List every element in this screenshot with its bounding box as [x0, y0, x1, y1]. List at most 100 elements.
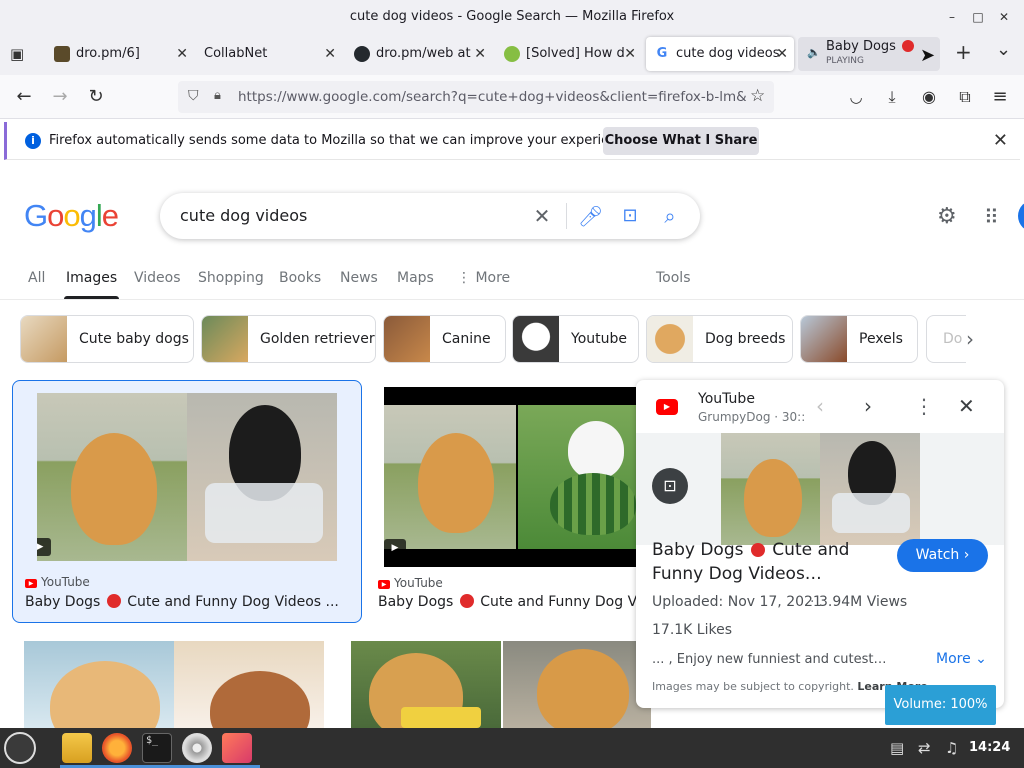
chip-golden-retriever[interactable]: Golden retriever	[201, 315, 376, 363]
clipboard-icon[interactable]: ▤	[890, 728, 904, 768]
tab-all[interactable]: All	[28, 260, 45, 296]
tab-baby-dogs[interactable]: 🔈 Baby Dogs PLAYING	[798, 37, 940, 71]
watch-button[interactable]: Watch ›	[897, 539, 988, 572]
google-favicon-icon: G	[654, 46, 670, 62]
chip-dog-breeds[interactable]: Dog breeds	[646, 315, 793, 363]
tab-dro-pm-6[interactable]: dro.pm/6] ✕	[46, 37, 194, 71]
tab-more[interactable]: ⋮ More	[457, 260, 510, 296]
minimize-button[interactable]: –	[943, 8, 961, 26]
close-panel-icon[interactable]: ✕	[958, 394, 975, 418]
tab-books[interactable]: Books	[279, 260, 321, 296]
panel-video-title[interactable]: Baby Dogs Cute and Funny Dog Videos…	[652, 538, 882, 586]
firefox-view-icon[interactable]: ▣	[10, 45, 24, 63]
view-count: 3.94M Views	[819, 594, 908, 610]
result-thumbnail[interactable]: ▶	[37, 393, 337, 561]
tab-collabnet[interactable]: CollabNet ✕	[196, 37, 342, 71]
pocket-icon[interactable]: ◡	[844, 85, 868, 109]
panel-source[interactable]: YouTube	[698, 391, 755, 407]
tab-close-icon[interactable]: ✕	[176, 37, 188, 71]
result-title[interactable]: Baby Dogs Cute and Funny Dog Videos ...	[25, 594, 345, 610]
tools-button[interactable]: Tools	[656, 260, 691, 296]
new-tab-button[interactable]: +	[955, 40, 972, 64]
result-title-text: Baby Dogs	[25, 594, 101, 610]
more-details-button[interactable]: More ⌄	[936, 651, 987, 667]
previous-result-icon[interactable]: ‹	[816, 394, 824, 418]
camera-lens-icon[interactable]: ⊡	[618, 204, 642, 228]
image-result-4[interactable]	[351, 641, 651, 728]
image-result-1[interactable]: ▶ YouTube Baby Dogs Cute and Funny Dog V…	[12, 380, 362, 623]
clear-search-icon[interactable]: ✕	[530, 204, 554, 228]
search-icon[interactable]: ⌕	[658, 204, 682, 228]
plastic-bottle-shape	[205, 483, 323, 543]
tab-cute-dog-videos[interactable]: G cute dog videos ✕	[646, 37, 794, 71]
disc-icon[interactable]	[182, 733, 212, 763]
tab-images[interactable]: Images	[63, 260, 120, 299]
image-viewer-icon[interactable]	[222, 733, 252, 763]
next-result-icon[interactable]: ›	[864, 394, 872, 418]
image-result-3[interactable]	[24, 641, 324, 728]
tab-shopping[interactable]: Shopping	[198, 260, 264, 296]
downloads-icon[interactable]: ⤓	[880, 85, 904, 109]
menu-button[interactable]: ≡	[988, 85, 1012, 109]
network-icon[interactable]: ⇄	[918, 728, 931, 768]
google-lens-icon[interactable]: ⊡	[652, 468, 688, 504]
notification-close-icon[interactable]: ✕	[993, 130, 1008, 151]
apps-grid-icon[interactable]: ⠿	[984, 205, 999, 229]
more-options-icon[interactable]: ⋮	[914, 394, 934, 418]
files-icon[interactable]	[62, 733, 92, 763]
notification-message: Firefox automatically sends some data to…	[49, 133, 637, 148]
chip-partial[interactable]: Do	[926, 315, 966, 363]
extensions-icon[interactable]: ⧉	[953, 85, 977, 109]
avatar[interactable]	[1018, 200, 1024, 232]
image-result-2[interactable]: ▶ YouTube Baby Dogs Cute and Funny Dog V…	[366, 380, 636, 623]
bookmark-star-icon[interactable]: ☆	[750, 86, 765, 106]
lock-icon[interactable]: 🔒︎	[214, 88, 221, 103]
url-bar[interactable]: ⛉ 🔒︎ https://www.google.com/search?q=cut…	[178, 81, 774, 113]
chip-canine[interactable]: Canine	[383, 315, 506, 363]
reload-button[interactable]: ↻	[84, 85, 108, 109]
account-icon[interactable]: ◉	[917, 85, 941, 109]
tab-solved[interactable]: [Solved] How d ✕	[496, 37, 642, 71]
tab-close-icon[interactable]: ✕	[624, 37, 636, 71]
list-all-tabs-button[interactable]: ⌄	[996, 39, 1011, 60]
play-icon: ▶	[37, 538, 51, 556]
tab-close-icon[interactable]: ✕	[324, 37, 336, 71]
tab-close-icon[interactable]: ✕	[776, 37, 788, 71]
search-box[interactable]: cute dog videos ✕ 🎤︎ ⊡ ⌕	[160, 193, 700, 239]
gear-icon[interactable]: ⚙	[937, 204, 957, 229]
result-source[interactable]: YouTube	[25, 575, 90, 589]
chip-youtube[interactable]: Youtube	[512, 315, 639, 363]
tab-dro-pm-web[interactable]: dro.pm/web at ✕	[346, 37, 492, 71]
close-window-button[interactable]: ✕	[995, 8, 1013, 26]
menu-start-icon[interactable]	[4, 732, 36, 764]
choose-what-i-share-button[interactable]: Choose What I Share	[603, 127, 759, 155]
result-source[interactable]: YouTube	[378, 576, 443, 590]
search-input[interactable]: cute dog videos	[180, 193, 307, 239]
chip-pexels[interactable]: Pexels	[800, 315, 918, 363]
terminal-icon[interactable]: $_	[142, 733, 172, 763]
panel-image-preview[interactable]	[636, 433, 1004, 545]
url-text[interactable]: https://www.google.com/search?q=cute+dog…	[238, 81, 746, 113]
chip-label: Canine	[442, 331, 491, 347]
taskbar: $_ ▤ ⇄ ♫ 14:24	[0, 728, 1024, 768]
tab-close-icon[interactable]: ✕	[474, 37, 486, 71]
shield-icon[interactable]: ⛉	[188, 88, 199, 104]
result-title[interactable]: Baby Dogs Cute and Funny Dog Vide	[378, 594, 636, 610]
music-note-icon[interactable]: ♫	[945, 728, 958, 768]
clock[interactable]: 14:24	[969, 728, 1010, 768]
forward-button[interactable]: →	[48, 85, 72, 109]
microphone-icon[interactable]: 🎤︎	[578, 204, 603, 228]
chip-cute-baby-dogs[interactable]: Cute baby dogs	[20, 315, 194, 363]
tab-videos[interactable]: Videos	[134, 260, 181, 296]
speaker-icon[interactable]: 🔈	[807, 46, 821, 60]
tab-maps[interactable]: Maps	[397, 260, 434, 296]
tab-news[interactable]: News	[340, 260, 378, 296]
google-logo[interactable]: Google	[24, 198, 119, 234]
firefox-icon[interactable]	[102, 733, 132, 763]
maximize-button[interactable]: □	[969, 8, 987, 26]
chevron-right-icon[interactable]: ›	[966, 327, 974, 351]
result-title-text: Baby Dogs	[378, 594, 454, 610]
result-thumbnail[interactable]: ▶	[384, 387, 636, 567]
back-button[interactable]: ←	[12, 85, 36, 109]
panel-channel: GrumpyDog · 30::	[698, 410, 806, 424]
